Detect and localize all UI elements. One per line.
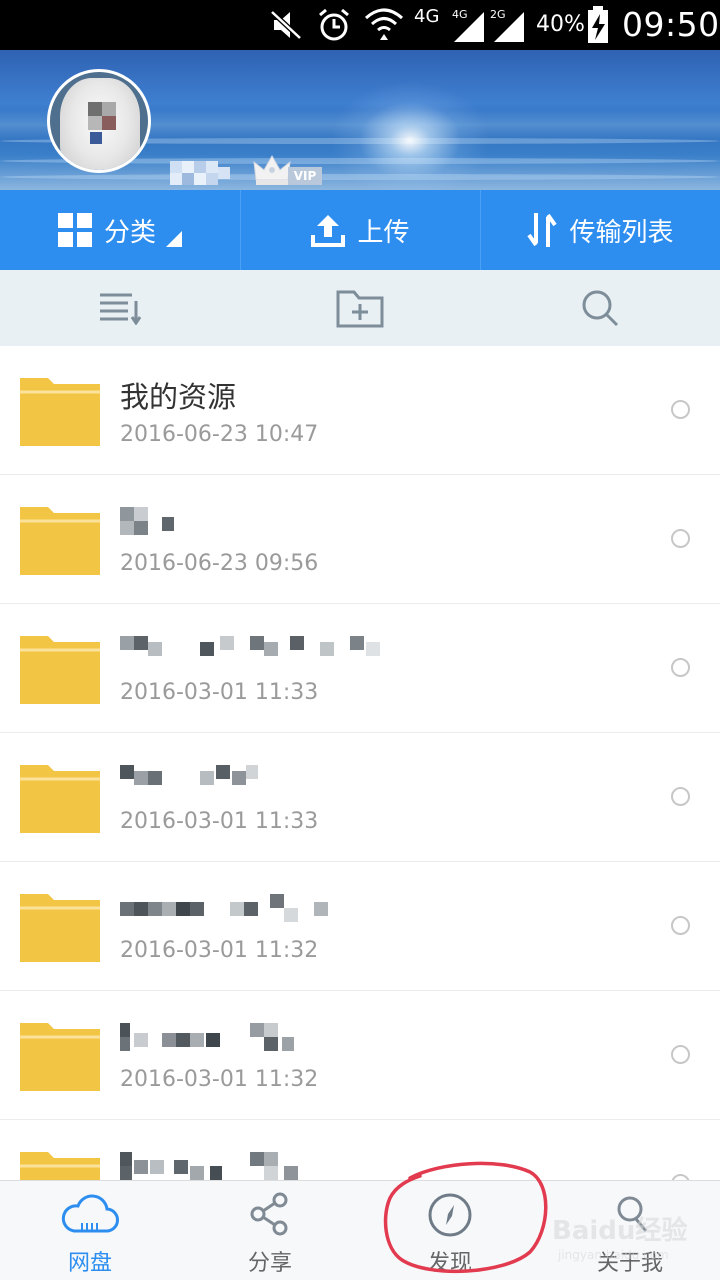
sort-button[interactable] — [0, 270, 240, 346]
file-name-obscured — [120, 1023, 420, 1051]
file-name-obscured — [120, 894, 420, 922]
vip-label: VIP — [288, 167, 322, 185]
avatar[interactable] — [47, 69, 151, 173]
search-button[interactable] — [480, 270, 720, 346]
folder-icon — [20, 894, 100, 962]
alarm-icon — [319, 8, 349, 41]
file-row[interactable]: 2016-03-01 11:32 — [0, 862, 720, 991]
compass-icon — [428, 1193, 472, 1237]
vip-badge: VIP — [252, 152, 322, 190]
avatar-mosaic — [90, 132, 102, 144]
cloud-icon — [61, 1194, 119, 1233]
file-name-obscured — [120, 507, 420, 535]
file-list: 我的资源 2016-06-23 10:47 2016-06-23 09:56 2… — [0, 346, 720, 1180]
file-row[interactable] — [0, 1120, 720, 1180]
nav-tab-discover[interactable]: 发现 — [360, 1181, 540, 1280]
new-folder-button[interactable] — [240, 270, 480, 346]
username-obscured — [170, 155, 240, 190]
upload-button[interactable]: 上传 — [240, 190, 480, 270]
file-name-obscured — [120, 765, 420, 793]
select-radio[interactable] — [671, 916, 690, 935]
folder-icon — [20, 636, 100, 704]
share-icon — [250, 1192, 288, 1236]
select-radio[interactable] — [671, 1045, 690, 1064]
folder-icon — [20, 1023, 100, 1091]
clock-time: 09:50 — [622, 5, 720, 44]
battery-charging-icon — [588, 6, 608, 43]
file-name-obscured — [120, 636, 420, 664]
person-icon — [617, 1196, 648, 1232]
nav-label: 网盘 — [67, 1251, 112, 1276]
file-date: 2016-06-23 10:47 — [120, 422, 319, 447]
network-type-label: 4G — [414, 6, 440, 27]
upload-icon — [311, 215, 346, 247]
banner-sun — [330, 80, 490, 190]
file-date: 2016-03-01 11:32 — [120, 938, 319, 963]
action-bar: 分类 上传 传输列表 — [0, 190, 720, 270]
nav-label: 关于我 — [596, 1251, 663, 1276]
avatar-mosaic — [102, 116, 116, 130]
nav-tab-share[interactable]: 分享 — [180, 1181, 360, 1280]
transfer-list-button[interactable]: 传输列表 — [480, 190, 720, 270]
transfer-arrows-icon — [527, 213, 558, 247]
category-label: 分类 — [103, 217, 156, 248]
file-row[interactable]: 我的资源 2016-06-23 10:47 — [0, 346, 720, 475]
avatar-mosaic — [88, 102, 102, 116]
file-date: 2016-03-01 11:33 — [120, 680, 319, 705]
folder-icon — [20, 765, 100, 833]
file-row[interactable]: 2016-03-01 11:33 — [0, 604, 720, 733]
nav-label: 发现 — [427, 1251, 472, 1276]
grid-icon — [57, 213, 92, 247]
category-button[interactable]: 分类 — [0, 190, 240, 270]
nav-label: 分享 — [247, 1251, 292, 1276]
folder-icon — [20, 378, 100, 446]
search-icon — [582, 290, 619, 327]
file-name: 我的资源 — [120, 380, 237, 414]
file-toolbar — [0, 270, 720, 346]
crown-icon — [253, 154, 291, 185]
folder-icon — [20, 507, 100, 575]
mute-icon — [270, 10, 302, 40]
transfer-list-label: 传输列表 — [569, 217, 674, 248]
new-folder-icon — [336, 290, 384, 328]
sort-list-icon — [100, 293, 142, 325]
select-radio[interactable] — [671, 658, 690, 677]
file-date: 2016-03-01 11:32 — [120, 1067, 319, 1092]
file-row[interactable]: 2016-03-01 11:32 — [0, 991, 720, 1120]
signal-sim1-icon — [454, 12, 484, 42]
bottom-navigation: 网盘 分享 发现 关于我 — [0, 1180, 720, 1280]
dropdown-triangle-icon — [166, 231, 182, 247]
select-radio[interactable] — [671, 787, 690, 806]
nav-tab-netdisk[interactable]: 网盘 — [0, 1181, 180, 1280]
wifi-icon — [365, 8, 403, 40]
avatar-mosaic — [88, 116, 102, 130]
status-bar: 4G 4G 2G 40% 09:50 — [0, 0, 720, 50]
signal-sim2-icon — [494, 12, 524, 42]
select-radio[interactable] — [671, 529, 690, 548]
nav-tab-about-me[interactable]: 关于我 — [540, 1181, 720, 1280]
select-radio[interactable] — [671, 400, 690, 419]
avatar-mosaic — [102, 102, 116, 116]
file-date: 2016-06-23 09:56 — [120, 551, 319, 576]
file-row[interactable]: 2016-03-01 11:33 — [0, 733, 720, 862]
upload-label: 上传 — [357, 217, 410, 248]
folder-icon — [20, 1152, 100, 1180]
profile-banner: VIP — [0, 50, 720, 190]
file-row[interactable]: 2016-06-23 09:56 — [0, 475, 720, 604]
battery-percent: 40% — [536, 12, 585, 37]
file-name-obscured — [120, 1152, 420, 1180]
file-date: 2016-03-01 11:33 — [120, 809, 319, 834]
